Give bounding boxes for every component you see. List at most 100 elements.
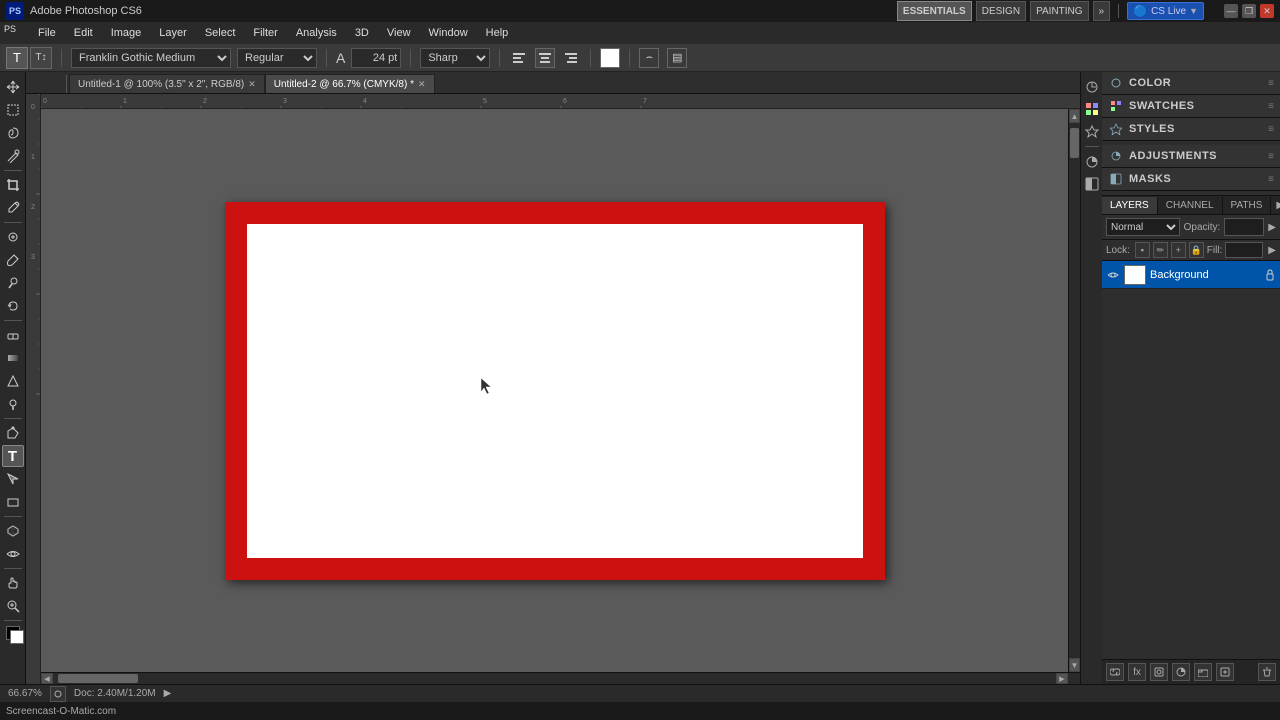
layer-group-btn[interactable] (1194, 663, 1212, 681)
close-btn[interactable]: ✕ (1260, 4, 1274, 18)
fill-input[interactable]: 100% (1225, 242, 1263, 258)
font-family-select[interactable]: Franklin Gothic Medium (71, 48, 231, 68)
warp-text-btn[interactable]: ⌢ (639, 48, 659, 68)
layers-tab-channel[interactable]: CHANNEL (1158, 197, 1223, 214)
path-selection-btn[interactable] (2, 468, 24, 490)
status-zoom-btn[interactable] (50, 686, 66, 702)
fill-arrow[interactable]: ▶ (1268, 245, 1276, 256)
blur-btn[interactable] (2, 370, 24, 392)
selection-tool-btn[interactable] (2, 99, 24, 121)
align-center-btn[interactable] (535, 48, 555, 68)
type-tool-icon[interactable]: T (6, 47, 28, 69)
canvas-area[interactable] (41, 109, 1068, 672)
lock-image-btn[interactable]: ✏ (1153, 242, 1168, 258)
scroll-left-btn[interactable]: ◀ (41, 673, 53, 684)
menu-file[interactable]: File (30, 25, 64, 41)
minimize-btn[interactable]: — (1224, 4, 1238, 18)
color-panel-expand[interactable]: ≡ (1268, 78, 1274, 89)
adjustments-panel-header[interactable]: ADJUSTMENTS ≡ (1102, 145, 1280, 167)
lock-position-btn[interactable]: + (1171, 242, 1186, 258)
zoom-btn[interactable] (2, 595, 24, 617)
crop-tool-btn[interactable] (2, 174, 24, 196)
tab-0-close[interactable]: ✕ (248, 79, 256, 90)
3d-btn[interactable] (2, 520, 24, 542)
layer-delete-btn[interactable] (1258, 663, 1276, 681)
layer-item-background[interactable]: Background (1102, 261, 1280, 289)
cs-live-btn[interactable]: 🔵 CS Live ▼ (1127, 2, 1204, 20)
text-orientation-btn[interactable]: T↕ (30, 47, 52, 69)
adjustments-panel-icon-btn[interactable] (1083, 153, 1101, 171)
brush-btn[interactable] (2, 249, 24, 271)
horizontal-scrollbar[interactable]: ◀ ▶ (41, 672, 1080, 684)
align-right-btn[interactable] (561, 48, 581, 68)
type-tool-btn[interactable]: T (2, 445, 24, 467)
background-color[interactable] (10, 630, 24, 644)
shape-btn[interactable] (2, 491, 24, 513)
menu-layer[interactable]: Layer (151, 25, 195, 41)
lasso-tool-btn[interactable] (2, 122, 24, 144)
layers-tab-layers[interactable]: LAYERS (1102, 197, 1158, 214)
painting-btn[interactable]: PAINTING (1030, 1, 1088, 21)
lock-all-btn[interactable]: 🔒 (1189, 242, 1204, 258)
menu-3d[interactable]: 3D (347, 25, 377, 41)
status-arrow[interactable]: ▶ (164, 688, 172, 699)
menu-window[interactable]: Window (421, 25, 476, 41)
color-swatches[interactable] (2, 626, 24, 648)
menu-view[interactable]: View (379, 25, 419, 41)
scroll-up-btn[interactable]: ▲ (1069, 109, 1080, 123)
restore-btn[interactable]: ❐ (1242, 4, 1256, 18)
layers-tabs-expand[interactable]: ▶◀ (1271, 197, 1280, 214)
hand-btn[interactable] (2, 572, 24, 594)
swatches-panel-icon-btn[interactable] (1083, 100, 1101, 118)
scroll-down-btn[interactable]: ▼ (1069, 658, 1080, 672)
clone-stamp-btn[interactable] (2, 272, 24, 294)
eraser-btn[interactable] (2, 324, 24, 346)
lock-transparent-btn[interactable]: ▪ (1135, 242, 1150, 258)
scroll-right-btn[interactable]: ▶ (1056, 673, 1068, 684)
swatches-panel-header[interactable]: SWATCHES ≡ (1102, 95, 1280, 117)
styles-panel-header[interactable]: STYLES ≡ (1102, 118, 1280, 140)
masks-panel-header[interactable]: MASKS ≡ (1102, 168, 1280, 190)
layer-link-btn[interactable] (1106, 663, 1124, 681)
design-btn[interactable]: DESIGN (976, 1, 1026, 21)
eye-btn[interactable] (2, 543, 24, 565)
blend-mode-select[interactable]: Normal (1106, 218, 1180, 236)
swatches-panel-expand[interactable]: ≡ (1268, 101, 1274, 112)
healing-brush-btn[interactable] (2, 226, 24, 248)
more-workspace-btn[interactable]: » (1093, 1, 1111, 21)
text-color-swatch[interactable] (600, 48, 620, 68)
magic-wand-btn[interactable] (2, 145, 24, 167)
layer-mask-btn[interactable] (1150, 663, 1168, 681)
menu-filter[interactable]: Filter (245, 25, 285, 41)
tab-0[interactable]: Untitled-1 @ 100% (3.5" x 2", RGB/8) ✕ (69, 74, 265, 93)
menu-select[interactable]: Select (197, 25, 244, 41)
menu-edit[interactable]: Edit (66, 25, 101, 41)
layer-vis-eye[interactable] (1106, 268, 1120, 282)
move-tool-btn[interactable] (2, 76, 24, 98)
layer-new-btn[interactable] (1216, 663, 1234, 681)
layers-tab-paths[interactable]: PATHS (1223, 197, 1272, 214)
styles-panel-icon-btn[interactable] (1083, 122, 1101, 140)
styles-panel-expand[interactable]: ≡ (1268, 124, 1274, 135)
dodge-btn[interactable] (2, 393, 24, 415)
opacity-input[interactable]: 100% (1224, 218, 1264, 236)
pen-btn[interactable] (2, 422, 24, 444)
eyedropper-btn[interactable] (2, 197, 24, 219)
essentials-btn[interactable]: ESSENTIALS (897, 1, 972, 21)
antialias-select[interactable]: Sharp (420, 48, 490, 68)
menu-image[interactable]: Image (103, 25, 150, 41)
vertical-scrollbar[interactable]: ▲ ▼ (1068, 109, 1080, 672)
color-panel-icon-btn[interactable] (1083, 78, 1101, 96)
history-brush-btn[interactable] (2, 295, 24, 317)
tab-1-close[interactable]: ✕ (418, 79, 426, 90)
layer-fx-btn[interactable]: fx (1128, 663, 1146, 681)
masks-panel-expand[interactable]: ≡ (1268, 174, 1274, 185)
scroll-thumb-h[interactable] (58, 674, 138, 683)
adjustments-panel-expand[interactable]: ≡ (1268, 151, 1274, 162)
align-left-btn[interactable] (509, 48, 529, 68)
masks-panel-icon-btn[interactable] (1083, 175, 1101, 193)
color-panel-header[interactable]: COLOR ≡ (1102, 72, 1280, 94)
scroll-thumb-v[interactable] (1070, 128, 1079, 158)
menu-analysis[interactable]: Analysis (288, 25, 345, 41)
gradient-btn[interactable] (2, 347, 24, 369)
